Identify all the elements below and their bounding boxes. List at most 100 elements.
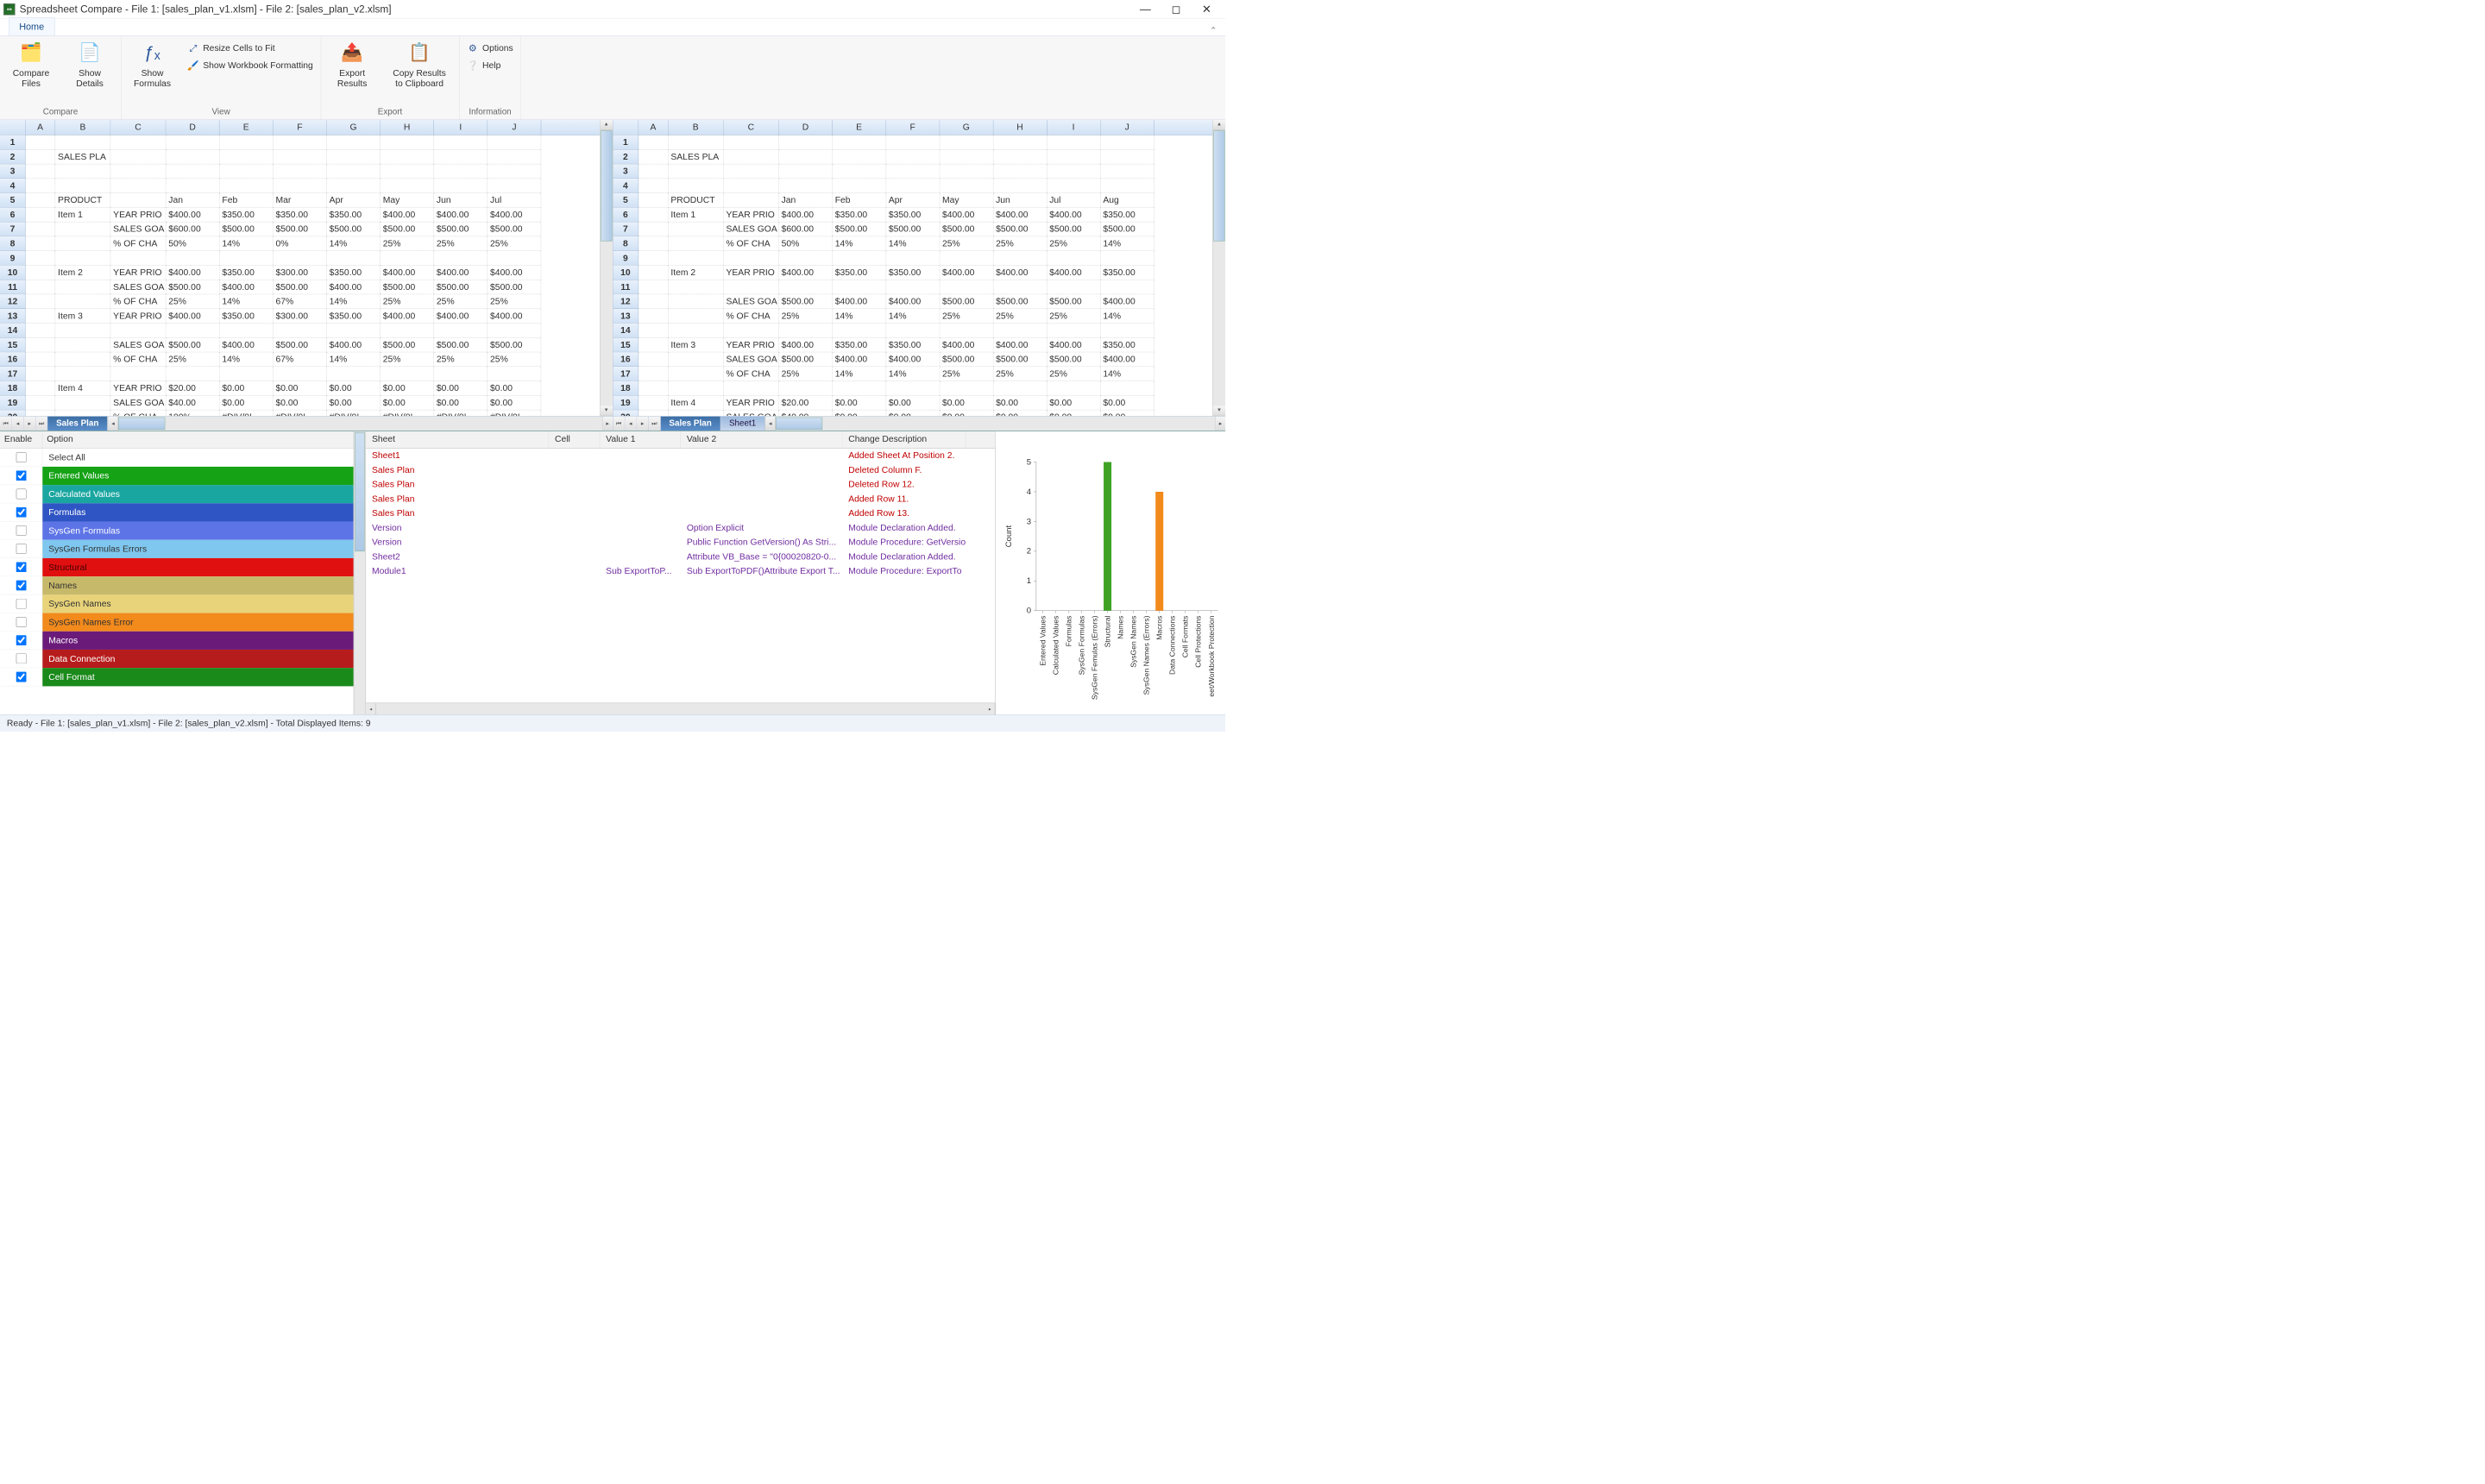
cell[interactable]: May — [940, 193, 993, 208]
cell[interactable] — [274, 164, 327, 179]
results-header-cell[interactable]: Value 1 — [600, 431, 681, 448]
cell[interactable] — [110, 251, 166, 266]
cell[interactable]: $400.00 — [779, 266, 833, 280]
cell[interactable] — [940, 179, 993, 193]
cell[interactable]: 14% — [833, 236, 886, 251]
cell[interactable] — [26, 251, 56, 266]
cell[interactable]: 25% — [1047, 367, 1100, 381]
cell[interactable] — [639, 410, 669, 416]
cell[interactable]: $400.00 — [327, 280, 381, 294]
cell[interactable] — [219, 150, 273, 165]
option-label[interactable]: Select All — [42, 449, 353, 467]
column-header-e[interactable]: E — [833, 120, 886, 135]
cell[interactable] — [110, 193, 166, 208]
cell[interactable] — [1047, 280, 1100, 294]
cell[interactable]: SALES GOA — [110, 280, 166, 294]
column-header-b[interactable]: B — [668, 120, 723, 135]
cell[interactable] — [26, 164, 56, 179]
cell[interactable]: $400.00 — [166, 309, 219, 324]
cell[interactable] — [886, 135, 940, 150]
cell[interactable]: $0.00 — [434, 396, 488, 411]
grid-vscrollbar[interactable]: ▴▾ — [1212, 120, 1225, 416]
cell[interactable] — [639, 338, 669, 353]
cell[interactable] — [1100, 179, 1154, 193]
cell[interactable]: $350.00 — [833, 338, 886, 353]
results-header-cell[interactable]: Sheet — [366, 431, 549, 448]
cell[interactable] — [26, 150, 56, 165]
option-label[interactable]: SysGen Names Error — [42, 613, 353, 632]
cell[interactable] — [993, 135, 1047, 150]
cell[interactable]: 25% — [166, 294, 219, 309]
cell[interactable]: Jun — [434, 193, 488, 208]
column-header-g[interactable]: G — [940, 120, 993, 135]
cell[interactable] — [327, 251, 381, 266]
cell[interactable]: 14% — [219, 352, 273, 367]
cell[interactable]: 0% — [274, 236, 327, 251]
cell[interactable] — [434, 164, 488, 179]
cell[interactable]: $0.00 — [940, 410, 993, 416]
cell[interactable]: $0.00 — [886, 396, 940, 411]
cell[interactable] — [274, 367, 327, 381]
results-row[interactable]: VersionOption ExplicitModule Declaration… — [366, 521, 995, 536]
cell[interactable]: $500.00 — [166, 338, 219, 353]
cell[interactable] — [381, 150, 434, 165]
cell[interactable]: $0.00 — [488, 381, 541, 396]
option-checkbox[interactable] — [16, 525, 26, 536]
cell[interactable]: 25% — [488, 352, 541, 367]
cell[interactable] — [993, 251, 1047, 266]
cell[interactable]: $0.00 — [274, 396, 327, 411]
cell[interactable]: $500.00 — [1047, 352, 1100, 367]
cell[interactable] — [26, 193, 56, 208]
row-header[interactable]: 5 — [0, 193, 26, 208]
cell[interactable]: $500.00 — [488, 280, 541, 294]
cell[interactable] — [993, 179, 1047, 193]
cell[interactable] — [639, 280, 669, 294]
row-header[interactable]: 3 — [0, 164, 26, 179]
cell[interactable]: 50% — [166, 236, 219, 251]
cell[interactable] — [381, 135, 434, 150]
row-header[interactable]: 13 — [0, 309, 26, 324]
cell[interactable]: $500.00 — [434, 280, 488, 294]
row-header[interactable]: 9 — [0, 251, 26, 266]
cell[interactable]: $20.00 — [779, 396, 833, 411]
cell[interactable]: Item 2 — [668, 266, 723, 280]
row-header[interactable]: 8 — [0, 236, 26, 251]
cell[interactable] — [26, 352, 56, 367]
cell[interactable]: 25% — [779, 309, 833, 324]
cell[interactable]: #DIV/0! — [488, 410, 541, 416]
column-header-a[interactable]: A — [26, 120, 56, 135]
cell[interactable]: $400.00 — [993, 208, 1047, 223]
cell[interactable] — [639, 381, 669, 396]
cell[interactable]: $350.00 — [219, 309, 273, 324]
cell[interactable]: $400.00 — [779, 208, 833, 223]
cell[interactable]: $0.00 — [1100, 396, 1154, 411]
copy-results-button[interactable]: 📋 Copy Results to Clipboard — [387, 40, 451, 89]
results-header-cell[interactable]: Value 2 — [681, 431, 842, 448]
row-header[interactable]: 20 — [0, 410, 26, 416]
cell[interactable]: Item 4 — [55, 381, 110, 396]
cell[interactable]: 25% — [940, 367, 993, 381]
grid-vscrollbar[interactable]: ▴▾ — [600, 120, 613, 416]
cell[interactable]: 14% — [1100, 367, 1154, 381]
results-row[interactable]: Module1Sub ExportToP...Sub ExportToPDF()… — [366, 564, 995, 579]
cell[interactable]: $350.00 — [219, 266, 273, 280]
cell[interactable]: $350.00 — [886, 266, 940, 280]
cell[interactable]: $400.00 — [940, 338, 993, 353]
option-checkbox[interactable] — [16, 653, 26, 663]
cell[interactable]: SALES PLA — [668, 150, 723, 165]
cell[interactable] — [110, 164, 166, 179]
option-label[interactable]: SysGen Formulas Errors — [42, 540, 353, 558]
cell[interactable]: $400.00 — [1100, 352, 1154, 367]
cell[interactable] — [1100, 135, 1154, 150]
cell[interactable]: 25% — [434, 294, 488, 309]
column-header-b[interactable]: B — [55, 120, 110, 135]
cell[interactable]: 14% — [1100, 236, 1154, 251]
option-label[interactable]: Formulas — [42, 503, 353, 521]
cell[interactable] — [940, 164, 993, 179]
cell[interactable]: $40.00 — [779, 410, 833, 416]
cell[interactable] — [219, 367, 273, 381]
cell[interactable] — [886, 179, 940, 193]
cell[interactable]: % OF CHA — [724, 236, 779, 251]
cell[interactable]: May — [381, 193, 434, 208]
cell[interactable]: 25% — [488, 236, 541, 251]
